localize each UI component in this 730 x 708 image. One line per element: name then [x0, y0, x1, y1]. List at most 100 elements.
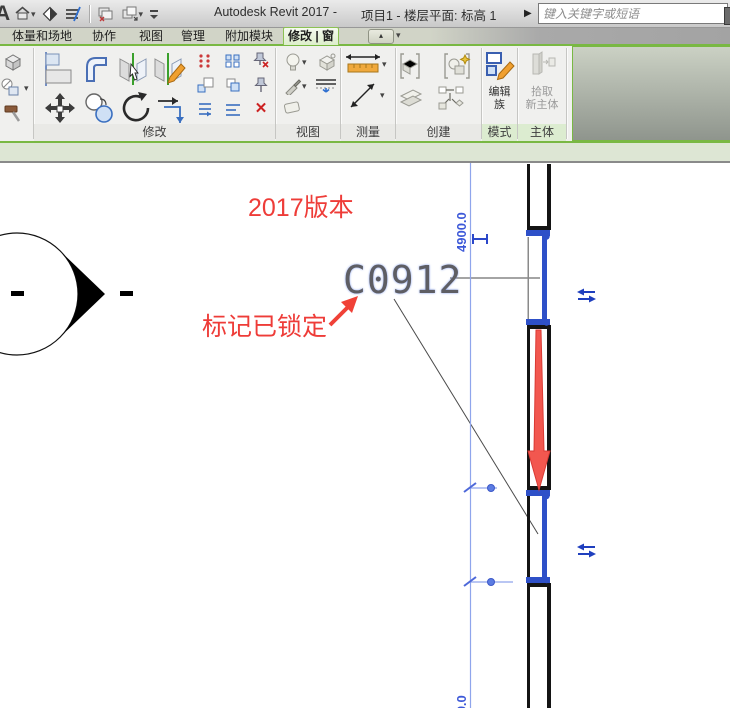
move-button[interactable] [42, 91, 78, 127]
offset-icon [80, 51, 112, 87]
tab-addins[interactable]: 附加模块 [221, 28, 277, 44]
dimension-button[interactable]: ▾ [346, 79, 385, 111]
window-glass-line[interactable] [542, 233, 547, 325]
qat-customize-icon [149, 9, 159, 19]
dimension-text-handle[interactable] [473, 234, 487, 244]
compass-button[interactable] [39, 3, 61, 25]
options-bar [0, 143, 730, 163]
wall-right-line[interactable] [547, 329, 551, 486]
copy-button[interactable] [82, 91, 116, 125]
array-button[interactable] [196, 101, 214, 117]
demolish-button[interactable] [2, 102, 24, 124]
window-control-dot[interactable] [543, 577, 549, 583]
tab-manage[interactable]: 管理 [177, 28, 209, 44]
trim-extend-multi-button[interactable] [224, 101, 242, 117]
edit-family-button[interactable]: 编辑 族 [483, 50, 516, 112]
mirror-pick-axis-button[interactable] [116, 51, 150, 87]
window-control-dot[interactable] [543, 319, 549, 325]
legend-component-icon [399, 52, 421, 80]
split-with-gap-button[interactable] [224, 53, 242, 69]
reveal-hidden-button[interactable] [283, 100, 303, 116]
pin-button[interactable] [252, 77, 270, 94]
unpin-button[interactable] [252, 52, 270, 69]
paste-button[interactable] [2, 51, 24, 73]
array-icon [196, 101, 214, 117]
unpin-icon [252, 52, 270, 69]
wall-right-line[interactable] [547, 587, 551, 708]
home-button[interactable]: ▾ [11, 3, 39, 25]
pick-new-host-button[interactable]: 拾取 新主体 [520, 50, 564, 112]
pick-new-host-icon [527, 50, 557, 82]
render-box-icon [316, 52, 338, 72]
window-control-dot[interactable] [543, 233, 549, 239]
window-tag[interactable]: C0912 [343, 258, 462, 302]
lightbulb-icon [284, 52, 302, 72]
visual-style-button[interactable] [61, 3, 85, 25]
wall-left-line[interactable] [527, 587, 530, 708]
temporary-dimension[interactable]: 4900.0 4900.0 [454, 163, 513, 708]
flip-control-upper[interactable] [577, 289, 596, 303]
scale-button[interactable] [196, 77, 214, 93]
flip-control-lower[interactable] [577, 544, 596, 558]
wall-left-line[interactable] [527, 164, 530, 226]
cut-geometry-button[interactable]: ▾ [0, 77, 29, 99]
search-run-icon[interactable]: ▶ [524, 8, 532, 19]
window-control-dot[interactable] [543, 493, 549, 499]
panel-label-create[interactable]: 创建 [396, 124, 481, 141]
wall-left-line[interactable] [527, 496, 530, 577]
edit-family-label-line1: 编辑 [483, 86, 516, 99]
switch-windows-button[interactable]: ▾ [118, 3, 147, 25]
legend-component-button[interactable] [399, 52, 421, 80]
panel-label-view[interactable]: 视图 [276, 124, 340, 141]
panel-label-modify[interactable]: 修改 [34, 124, 275, 141]
ribbon-collapse-button[interactable]: ▴ [368, 29, 394, 44]
reveal-hidden-icon [283, 100, 303, 116]
rotate-button[interactable] [118, 90, 154, 126]
tab-collaborate[interactable]: 协作 [88, 28, 120, 44]
search-input[interactable] [538, 3, 728, 24]
ribbon-collapse-caret-icon[interactable]: ▾ [396, 30, 401, 40]
app-button[interactable]: A [0, 2, 11, 26]
scale-icon [196, 77, 214, 93]
create-similar-button[interactable] [399, 86, 423, 112]
lock-note: 标记已锁定 [202, 313, 327, 341]
close-hidden-windows-button[interactable] [94, 3, 118, 25]
create-assembly-button[interactable] [436, 84, 466, 112]
panel-label-mode[interactable]: 模式 [482, 124, 517, 141]
panel-label-host[interactable]: 主体 [518, 124, 566, 141]
create-group-button[interactable] [442, 52, 472, 80]
copy-icon [82, 91, 116, 125]
tab-view[interactable]: 视图 [135, 28, 167, 44]
underlay-button[interactable] [314, 77, 338, 95]
elevation-marker-dash [120, 291, 133, 296]
wall-right-line[interactable] [547, 164, 551, 226]
witness-drag-control[interactable] [488, 579, 495, 586]
align-button[interactable] [42, 51, 74, 87]
cube-icon [2, 51, 24, 73]
window-glass-line[interactable] [542, 493, 547, 583]
witness-drag-control[interactable] [488, 485, 495, 492]
qat-customize-button[interactable] [146, 3, 162, 25]
split-element-button[interactable] [196, 53, 214, 69]
search-browse-button[interactable] [724, 7, 730, 25]
dimension-value-bottom[interactable]: 4900.0 [454, 695, 469, 708]
render-box-button[interactable] [316, 52, 338, 72]
linework-brush-button[interactable]: ▾ [284, 77, 307, 95]
wall-left-line[interactable] [527, 329, 530, 486]
tag-leader-diagonal [394, 299, 538, 534]
mirror-draw-axis-button[interactable] [152, 51, 186, 87]
trim-extend-corner-button[interactable] [154, 91, 188, 127]
trim-extend-single-button[interactable] [224, 77, 242, 93]
offset-button[interactable] [80, 51, 112, 87]
app-title: Autodesk Revit 2017 - [214, 5, 337, 24]
tab-modify-window-contextual[interactable]: 修改 | 窗 [283, 27, 339, 45]
delete-button[interactable]: ✕ [252, 99, 270, 117]
quick-access-toolbar: A ▾ [0, 1, 162, 26]
measure-button[interactable]: ▾ [344, 52, 387, 76]
tab-massing-site[interactable]: 体量和场地 [8, 28, 76, 44]
elevation-marker[interactable] [0, 233, 133, 355]
dimension-value[interactable]: 4900.0 [454, 212, 469, 252]
panel-label-measure[interactable]: 测量 [341, 124, 395, 141]
drawing-canvas[interactable]: 4900.0 4900.0 [0, 163, 730, 708]
view-lightbulb-button[interactable]: ▾ [284, 52, 307, 72]
